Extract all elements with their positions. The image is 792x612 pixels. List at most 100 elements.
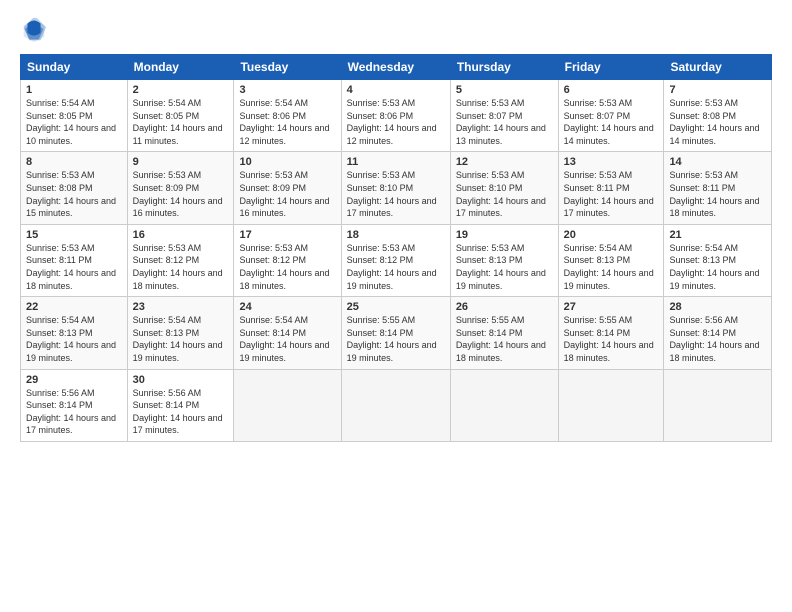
calendar-cell: 6Sunrise: 5:53 AMSunset: 8:07 PMDaylight… [558,80,664,152]
calendar-cell: 18Sunrise: 5:53 AMSunset: 8:12 PMDayligh… [341,224,450,296]
calendar-cell: 5Sunrise: 5:53 AMSunset: 8:07 PMDaylight… [450,80,558,152]
weekday-header-thursday: Thursday [450,55,558,80]
calendar-cell: 13Sunrise: 5:53 AMSunset: 8:11 PMDayligh… [558,152,664,224]
day-info: Sunrise: 5:53 AMSunset: 8:06 PMDaylight:… [347,97,445,147]
calendar-cell: 20Sunrise: 5:54 AMSunset: 8:13 PMDayligh… [558,224,664,296]
calendar-cell: 8Sunrise: 5:53 AMSunset: 8:08 PMDaylight… [21,152,128,224]
calendar-cell: 14Sunrise: 5:53 AMSunset: 8:11 PMDayligh… [664,152,772,224]
weekday-header-monday: Monday [127,55,234,80]
calendar-cell [664,369,772,441]
day-info: Sunrise: 5:53 AMSunset: 8:08 PMDaylight:… [669,97,766,147]
day-info: Sunrise: 5:53 AMSunset: 8:10 PMDaylight:… [347,169,445,219]
day-number: 13 [564,156,659,168]
calendar-cell: 17Sunrise: 5:53 AMSunset: 8:12 PMDayligh… [234,224,341,296]
weekday-header-tuesday: Tuesday [234,55,341,80]
day-info: Sunrise: 5:54 AMSunset: 8:05 PMDaylight:… [133,97,229,147]
day-info: Sunrise: 5:54 AMSunset: 8:13 PMDaylight:… [26,314,122,364]
day-number: 2 [133,84,229,96]
logo [20,16,52,44]
day-info: Sunrise: 5:53 AMSunset: 8:12 PMDaylight:… [347,242,445,292]
calendar-cell: 25Sunrise: 5:55 AMSunset: 8:14 PMDayligh… [341,297,450,369]
calendar-cell [234,369,341,441]
day-info: Sunrise: 5:53 AMSunset: 8:11 PMDaylight:… [669,169,766,219]
calendar-cell: 16Sunrise: 5:53 AMSunset: 8:12 PMDayligh… [127,224,234,296]
page-header [20,16,772,44]
calendar-cell: 2Sunrise: 5:54 AMSunset: 8:05 PMDaylight… [127,80,234,152]
day-number: 16 [133,229,229,241]
day-info: Sunrise: 5:53 AMSunset: 8:12 PMDaylight:… [239,242,335,292]
calendar-cell: 21Sunrise: 5:54 AMSunset: 8:13 PMDayligh… [664,224,772,296]
calendar-cell [450,369,558,441]
day-number: 14 [669,156,766,168]
calendar-cell: 27Sunrise: 5:55 AMSunset: 8:14 PMDayligh… [558,297,664,369]
calendar-cell: 29Sunrise: 5:56 AMSunset: 8:14 PMDayligh… [21,369,128,441]
day-number: 26 [456,301,553,313]
day-info: Sunrise: 5:56 AMSunset: 8:14 PMDaylight:… [133,387,229,437]
calendar-week-5: 29Sunrise: 5:56 AMSunset: 8:14 PMDayligh… [21,369,772,441]
day-info: Sunrise: 5:55 AMSunset: 8:14 PMDaylight:… [347,314,445,364]
logo-icon [20,16,48,44]
calendar-week-3: 15Sunrise: 5:53 AMSunset: 8:11 PMDayligh… [21,224,772,296]
day-info: Sunrise: 5:53 AMSunset: 8:08 PMDaylight:… [26,169,122,219]
day-info: Sunrise: 5:53 AMSunset: 8:11 PMDaylight:… [26,242,122,292]
day-number: 28 [669,301,766,313]
day-info: Sunrise: 5:53 AMSunset: 8:10 PMDaylight:… [456,169,553,219]
calendar-cell [558,369,664,441]
calendar-week-4: 22Sunrise: 5:54 AMSunset: 8:13 PMDayligh… [21,297,772,369]
day-number: 30 [133,374,229,386]
day-number: 10 [239,156,335,168]
day-number: 24 [239,301,335,313]
day-info: Sunrise: 5:53 AMSunset: 8:09 PMDaylight:… [239,169,335,219]
day-info: Sunrise: 5:54 AMSunset: 8:14 PMDaylight:… [239,314,335,364]
calendar-cell: 24Sunrise: 5:54 AMSunset: 8:14 PMDayligh… [234,297,341,369]
day-number: 20 [564,229,659,241]
calendar-cell: 23Sunrise: 5:54 AMSunset: 8:13 PMDayligh… [127,297,234,369]
calendar-cell: 28Sunrise: 5:56 AMSunset: 8:14 PMDayligh… [664,297,772,369]
day-number: 22 [26,301,122,313]
day-number: 3 [239,84,335,96]
day-number: 4 [347,84,445,96]
day-number: 19 [456,229,553,241]
calendar-cell: 3Sunrise: 5:54 AMSunset: 8:06 PMDaylight… [234,80,341,152]
day-info: Sunrise: 5:53 AMSunset: 8:07 PMDaylight:… [564,97,659,147]
day-number: 18 [347,229,445,241]
calendar-cell: 30Sunrise: 5:56 AMSunset: 8:14 PMDayligh… [127,369,234,441]
day-info: Sunrise: 5:54 AMSunset: 8:05 PMDaylight:… [26,97,122,147]
day-number: 5 [456,84,553,96]
day-number: 9 [133,156,229,168]
day-info: Sunrise: 5:55 AMSunset: 8:14 PMDaylight:… [456,314,553,364]
day-info: Sunrise: 5:54 AMSunset: 8:06 PMDaylight:… [239,97,335,147]
weekday-header-wednesday: Wednesday [341,55,450,80]
day-info: Sunrise: 5:56 AMSunset: 8:14 PMDaylight:… [669,314,766,364]
calendar-week-1: 1Sunrise: 5:54 AMSunset: 8:05 PMDaylight… [21,80,772,152]
day-info: Sunrise: 5:56 AMSunset: 8:14 PMDaylight:… [26,387,122,437]
weekday-header-sunday: Sunday [21,55,128,80]
day-info: Sunrise: 5:54 AMSunset: 8:13 PMDaylight:… [133,314,229,364]
day-info: Sunrise: 5:53 AMSunset: 8:12 PMDaylight:… [133,242,229,292]
day-number: 21 [669,229,766,241]
day-number: 23 [133,301,229,313]
calendar-header-row: SundayMondayTuesdayWednesdayThursdayFrid… [21,55,772,80]
calendar-week-2: 8Sunrise: 5:53 AMSunset: 8:08 PMDaylight… [21,152,772,224]
calendar-cell: 26Sunrise: 5:55 AMSunset: 8:14 PMDayligh… [450,297,558,369]
day-info: Sunrise: 5:54 AMSunset: 8:13 PMDaylight:… [669,242,766,292]
day-number: 11 [347,156,445,168]
calendar-cell: 19Sunrise: 5:53 AMSunset: 8:13 PMDayligh… [450,224,558,296]
weekday-header-friday: Friday [558,55,664,80]
day-number: 17 [239,229,335,241]
day-info: Sunrise: 5:53 AMSunset: 8:11 PMDaylight:… [564,169,659,219]
day-info: Sunrise: 5:55 AMSunset: 8:14 PMDaylight:… [564,314,659,364]
calendar-cell [341,369,450,441]
weekday-header-saturday: Saturday [664,55,772,80]
calendar-cell: 7Sunrise: 5:53 AMSunset: 8:08 PMDaylight… [664,80,772,152]
day-info: Sunrise: 5:53 AMSunset: 8:09 PMDaylight:… [133,169,229,219]
calendar-cell: 9Sunrise: 5:53 AMSunset: 8:09 PMDaylight… [127,152,234,224]
calendar-cell: 1Sunrise: 5:54 AMSunset: 8:05 PMDaylight… [21,80,128,152]
day-info: Sunrise: 5:53 AMSunset: 8:07 PMDaylight:… [456,97,553,147]
calendar-cell: 15Sunrise: 5:53 AMSunset: 8:11 PMDayligh… [21,224,128,296]
day-number: 15 [26,229,122,241]
day-number: 12 [456,156,553,168]
day-number: 29 [26,374,122,386]
day-number: 7 [669,84,766,96]
day-number: 25 [347,301,445,313]
